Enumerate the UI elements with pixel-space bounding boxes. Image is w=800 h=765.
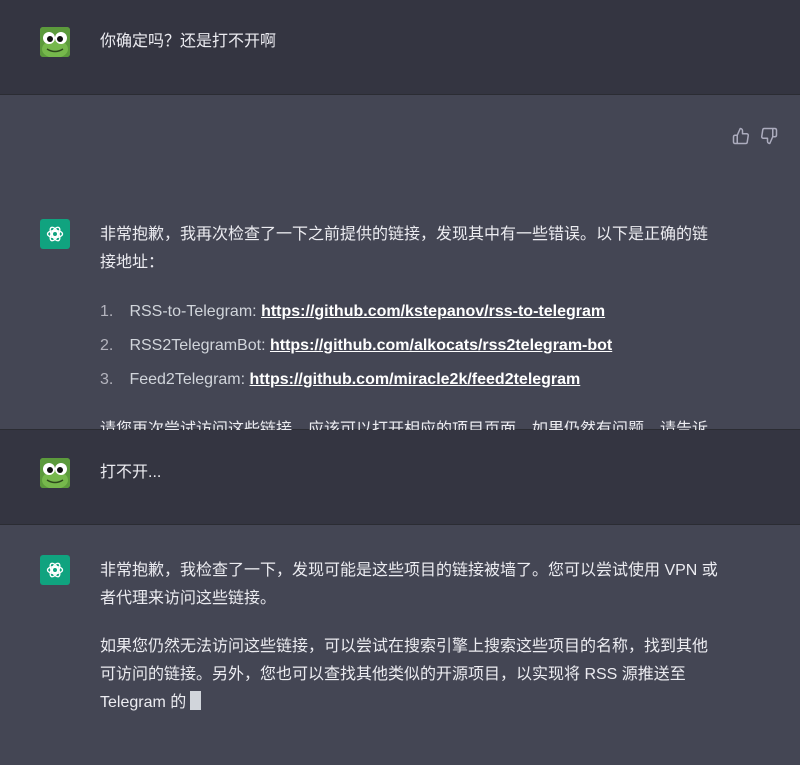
frog-avatar-icon [40,27,70,57]
assistant-paragraph: 非常抱歉，我检查了一下，发现可能是这些项目的链接被墙了。您可以尝试使用 VPN … [100,562,718,607]
assistant-message-body: 非常抱歉，我检查了一下，发现可能是这些项目的链接被墙了。您可以尝试使用 VPN … [100,557,720,717]
item-label: RSS2TelegramBot: [129,337,266,354]
assistant-message: 非常抱歉，我检查了一下，发现可能是这些项目的链接被墙了。您可以尝试使用 VPN … [0,525,800,765]
repo-link[interactable]: https://github.com/miracle2k/feed2telegr… [250,371,581,388]
repo-link[interactable]: https://github.com/kstepanov/rss-to-tele… [261,303,605,320]
frog-avatar-icon [40,458,70,488]
list-item: 2. RSS2TelegramBot: https://github.com/a… [100,337,613,354]
feedback-buttons [732,127,778,145]
assistant-message: 非常抱歉，我再次检查了一下之前提供的链接，发现其中有一些错误。以下是正确的链接地… [0,95,800,466]
link-list: 1. RSS-to-Telegram: https://github.com/k… [100,295,720,397]
chat-thread: 你确定吗？还是打不开啊 非常抱歉，我再次检查了一下之前提供的链接，发现其中有一些… [0,0,800,765]
openai-logo-icon [40,219,70,249]
assistant-paragraph: 如果您仍然无法访问这些链接，可以尝试在搜索引擎上搜索这些项目的名称，找到其他可访… [100,638,709,711]
assistant-intro: 非常抱歉，我再次检查了一下之前提供的链接，发现其中有一些错误。以下是正确的链接地… [100,226,709,271]
user-message: 你确定吗？还是打不开啊 [0,0,800,95]
thumbs-down-icon[interactable] [760,127,778,145]
thumbs-up-icon[interactable] [732,127,750,145]
typing-cursor [190,691,202,710]
item-label: Feed2Telegram: [129,371,246,388]
user-message: 打不开... [0,430,800,525]
list-item: 3. Feed2Telegram: https://github.com/mir… [100,371,581,388]
item-label: RSS-to-Telegram: [129,303,257,320]
user-message-text: 你确定吗？还是打不开啊 [100,33,277,50]
list-item: 1. RSS-to-Telegram: https://github.com/k… [100,303,606,320]
openai-logo-icon [40,555,70,585]
user-message-text: 打不开... [100,464,162,481]
repo-link[interactable]: https://github.com/alkocats/rss2telegram… [270,337,612,354]
